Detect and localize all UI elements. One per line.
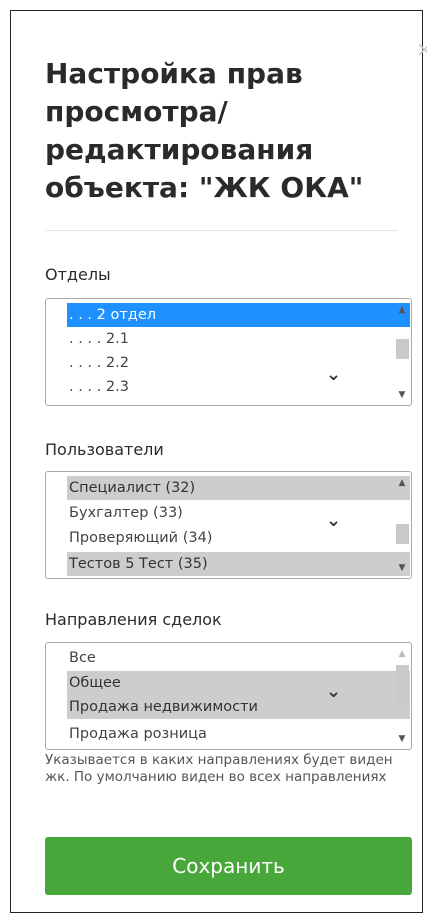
scrollbar[interactable]: ▲ ▼ [393,472,411,578]
user-option[interactable]: Проверяющий (34) [67,526,410,550]
save-button[interactable]: Сохранить [45,837,412,895]
deal-directions-hint: Указывается в каких направлениях будет в… [45,752,393,785]
user-option[interactable]: Специалист (32) [67,476,410,500]
direction-option[interactable]: Продажа розница [67,722,410,746]
direction-option[interactable]: Все [67,646,410,670]
scroll-thumb[interactable] [396,524,409,544]
scroll-thumb[interactable] [396,339,409,359]
scroll-down-icon[interactable]: ▼ [393,732,411,746]
departments-listbox[interactable]: . . . 2 отдел . . . . 2.1 . . . . 2.2 . … [45,298,412,406]
user-option[interactable]: Бухгалтер (33) [67,501,410,525]
scrollbar[interactable]: ▲ ▼ [393,299,411,405]
direction-option[interactable]: Общее [67,671,410,695]
department-option[interactable]: . . . 2 отдел [67,303,410,327]
departments-label: Отделы [45,265,111,284]
close-icon[interactable]: × [416,39,427,59]
department-option[interactable]: . . . . 2.1 [67,327,410,351]
scroll-up-icon[interactable]: ▲ [393,476,411,490]
scroll-down-icon[interactable]: ▼ [393,388,411,402]
department-option[interactable]: . . . . 2.3 [67,375,410,399]
users-label: Пользователи [45,440,164,459]
user-option[interactable]: Тестов 5 Тест (35) [67,552,410,576]
chevron-down-icon: ⌄ [326,510,342,531]
users-listbox[interactable]: Специалист (32) Бухгалтер (33) Проверяющ… [45,471,412,579]
scrollbar[interactable]: ▲ ▼ [393,643,411,749]
divider [45,230,398,231]
department-option[interactable]: . . . . 2.2 [67,351,410,375]
scroll-thumb[interactable] [396,665,409,703]
direction-option[interactable]: Продажа недвижимости [67,695,410,719]
scroll-up-icon[interactable]: ▲ [393,303,411,317]
deal-directions-listbox[interactable]: Все Общее Продажа недвижимости Продажа р… [45,642,412,750]
scroll-down-icon[interactable]: ▼ [393,561,411,575]
scroll-up-icon[interactable]: ▲ [393,647,411,661]
chevron-down-icon: ⌄ [326,681,342,702]
dialog-title: Настройка прав просмотра/ редактирования… [45,57,364,204]
chevron-down-icon: ⌄ [326,364,342,385]
deal-directions-label: Направления сделок [45,610,222,629]
